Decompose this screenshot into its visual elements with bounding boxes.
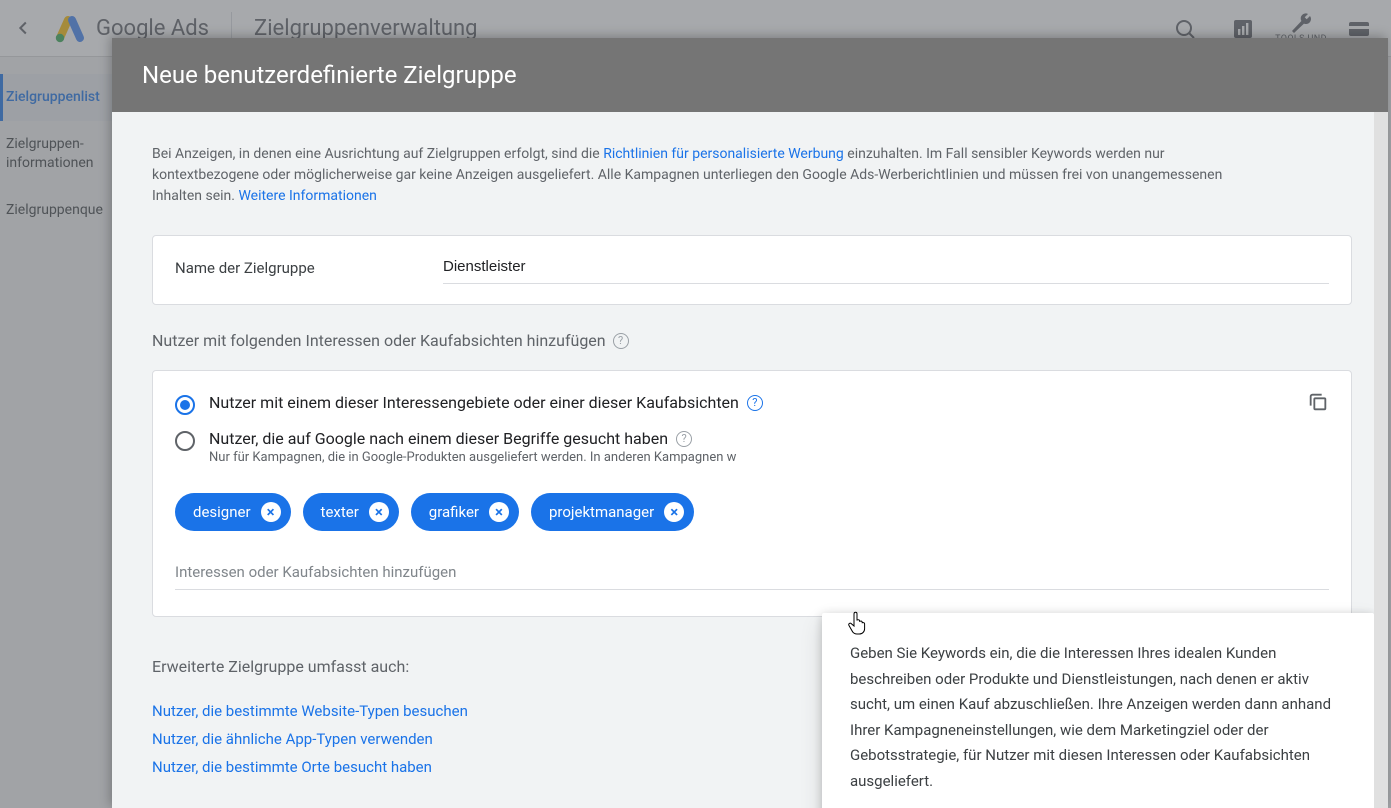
chip-label: grafiker: [429, 503, 479, 521]
radio-interests-label-text: Nutzer mit einem dieser Interessengebiet…: [209, 393, 739, 412]
interests-section-label-text: Nutzer mit folgenden Interessen oder Kau…: [152, 331, 606, 350]
interests-section-label: Nutzer mit folgenden Interessen oder Kau…: [152, 331, 1352, 350]
radio-interests-label: Nutzer mit einem dieser Interessengebiet…: [209, 393, 763, 412]
policy-text-part1: Bei Anzeigen, in denen eine Ausrichtung …: [152, 146, 603, 162]
chip-remove-icon[interactable]: ×: [261, 502, 281, 522]
dialog-body: Bei Anzeigen, in denen eine Ausrichtung …: [112, 112, 1388, 808]
chip-remove-icon[interactable]: ×: [489, 502, 509, 522]
chip-grafiker[interactable]: grafiker ×: [411, 493, 519, 531]
dialog-title: Neue benutzerdefinierte Zielgruppe: [112, 38, 1388, 112]
interests-card: Nutzer mit einem dieser Interessengebiet…: [152, 370, 1352, 617]
add-keyword-input[interactable]: Interessen oder Kaufabsichten hinzufügen: [175, 563, 1329, 590]
chip-label: designer: [193, 503, 251, 521]
chip-remove-icon[interactable]: ×: [664, 502, 684, 522]
radio-search[interactable]: [175, 431, 195, 451]
chip-label: projektmanager: [549, 503, 654, 521]
keyword-chips: designer × texter × grafiker × projektma…: [175, 493, 1329, 531]
chip-designer[interactable]: designer ×: [175, 493, 291, 531]
chip-label: texter: [321, 503, 359, 521]
radio-search-help-icon[interactable]: ?: [676, 431, 692, 447]
radio-interests-help-icon[interactable]: ?: [747, 395, 763, 411]
radio-search-label: Nutzer, die auf Google nach einem dieser…: [209, 429, 736, 448]
copy-icon[interactable]: [1307, 391, 1329, 417]
policy-text: Bei Anzeigen, in denen eine Ausrichtung …: [152, 144, 1272, 207]
radio-search-sublabel: Nur für Kampagnen, die in Google-Produkt…: [209, 450, 736, 465]
radio-interests[interactable]: [175, 395, 195, 415]
audience-name-label: Name der Zielgruppe: [175, 259, 443, 277]
interests-help-tooltip: Geben Sie Keywords ein, die die Interess…: [822, 613, 1374, 808]
policy-link[interactable]: Richtlinien für personalisierte Werbung: [603, 146, 844, 162]
radio-search-row[interactable]: Nutzer, die auf Google nach einem dieser…: [175, 429, 1329, 465]
audience-name-input[interactable]: [443, 252, 1329, 284]
audience-name-card: Name der Zielgruppe: [152, 235, 1352, 305]
more-info-link[interactable]: Weitere Informationen: [238, 188, 376, 204]
custom-audience-dialog: Neue benutzerdefinierte Zielgruppe Bei A…: [112, 38, 1388, 808]
help-icon[interactable]: ?: [613, 333, 629, 349]
radio-interests-row[interactable]: Nutzer mit einem dieser Interessengebiet…: [175, 393, 1329, 415]
radio-search-label-text: Nutzer, die auf Google nach einem dieser…: [209, 429, 668, 448]
chip-texter[interactable]: texter ×: [303, 493, 399, 531]
chip-remove-icon[interactable]: ×: [369, 502, 389, 522]
chip-projektmanager[interactable]: projektmanager ×: [531, 493, 694, 531]
